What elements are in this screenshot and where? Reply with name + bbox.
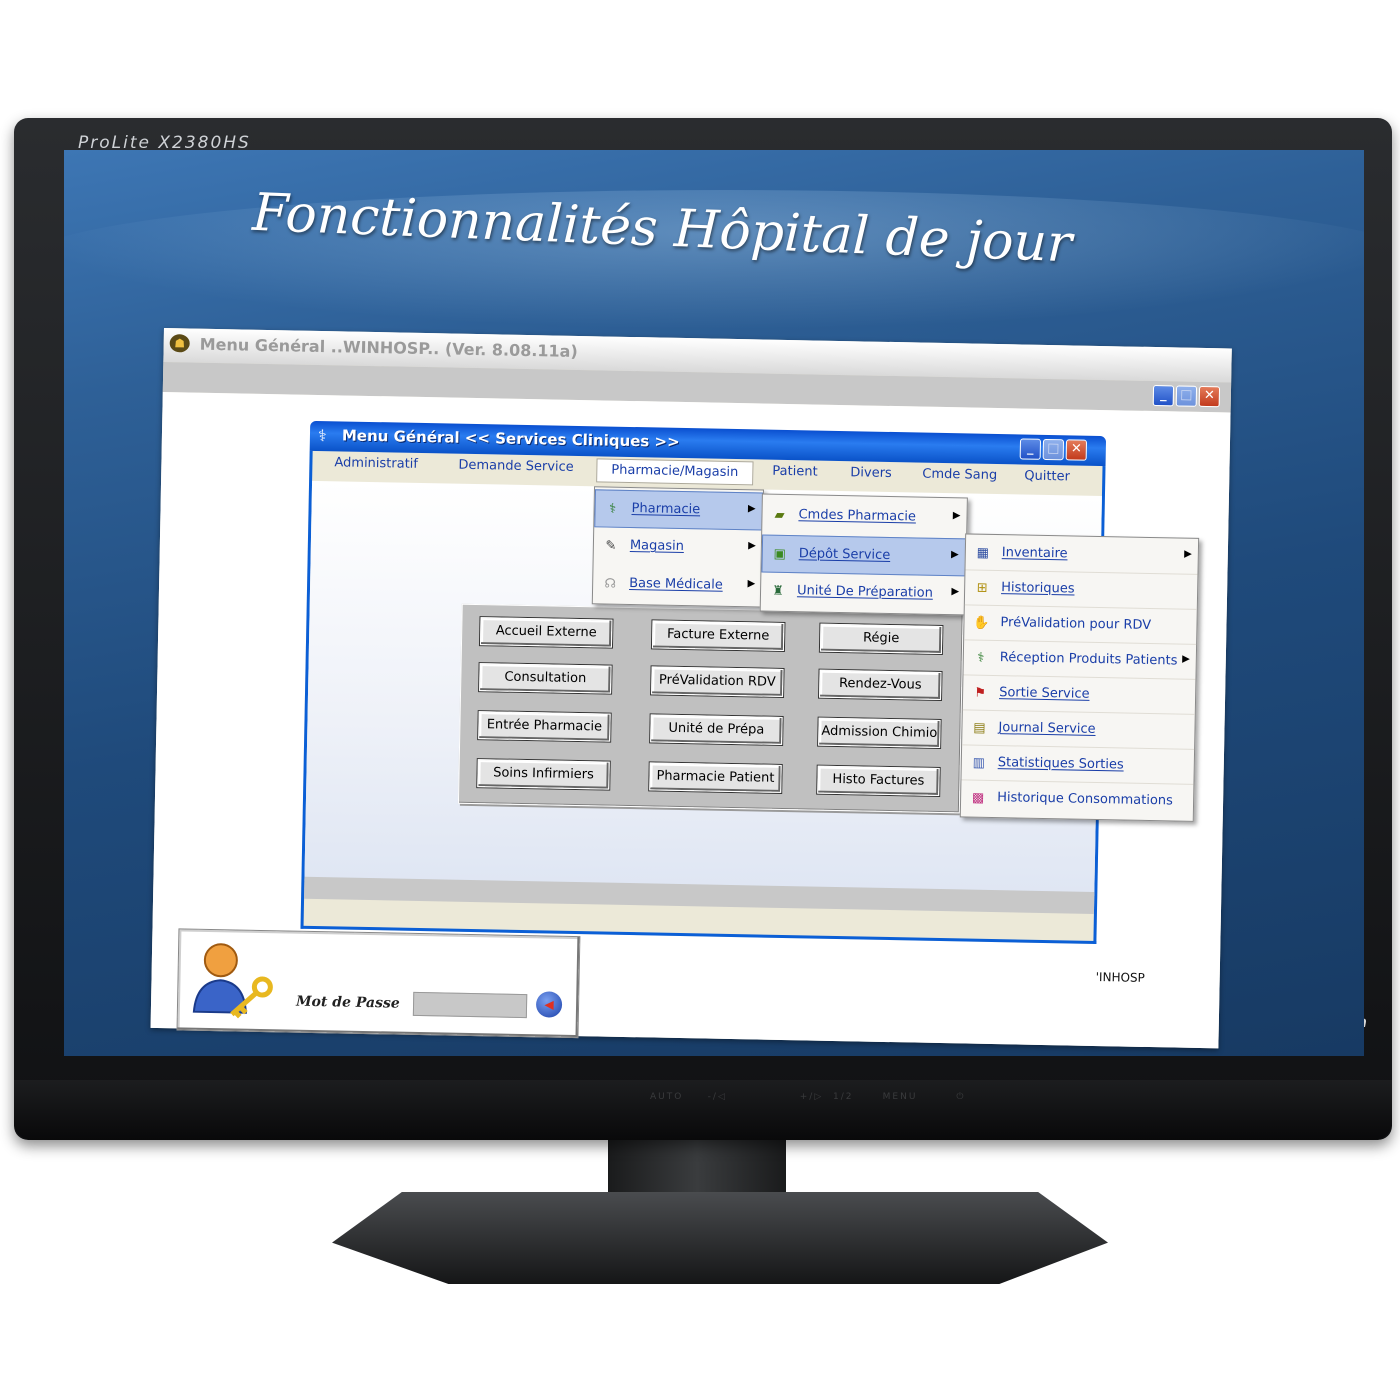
- unite-de-prepa-button[interactable]: Unité de Prépa: [650, 714, 783, 745]
- submenu-arrow-icon: ▶: [1182, 653, 1190, 665]
- menu-item-historiques[interactable]: ⊞ Historiques: [964, 569, 1198, 610]
- journal-icon: ▤: [973, 720, 986, 736]
- submenu-arrow-icon: ▶: [1184, 548, 1192, 560]
- pharmacie-patient-button[interactable]: Pharmacie Patient: [649, 762, 782, 793]
- menu-item-statistiques-sorties[interactable]: ▥ Statistiques Sorties: [961, 744, 1195, 785]
- menu-item-journal-service[interactable]: ▤ Journal Service: [962, 709, 1195, 750]
- entree-pharmacie-button[interactable]: Entrée Pharmacie: [478, 711, 611, 742]
- inner-maximize-button[interactable]: □: [1042, 438, 1065, 461]
- rendez-vous-button[interactable]: Rendez-Vous: [819, 669, 942, 700]
- preparation-icon: ♜: [772, 583, 785, 599]
- menu-divers[interactable]: Divers: [850, 465, 892, 481]
- outer-minimize-button[interactable]: _: [1152, 384, 1175, 407]
- stethoscope-icon: ☊: [604, 576, 617, 592]
- service-button-grid: Accueil Externe Facture Externe Régie Co…: [457, 603, 964, 814]
- password-input[interactable]: [412, 991, 528, 1019]
- admission-chimio-button[interactable]: Admission Chimio: [818, 717, 941, 748]
- monitor-control-menu[interactable]: MENU: [883, 1092, 918, 1102]
- monitor-control-power[interactable]: ⏻: [956, 1092, 965, 1102]
- caduceus-icon: ⚕: [608, 501, 617, 517]
- monitor-controls: AUTO -/◁ +/▷ 1/2 MENU ⏻: [650, 1092, 965, 1102]
- monitor-stand-base: [332, 1192, 1108, 1284]
- submenu-arrow-icon: ▶: [747, 503, 756, 515]
- depot-service-submenu: ▦ Inventaire ▶ ⊞ Historiques ✋ PréValida…: [959, 533, 1200, 822]
- menu-item-unite-de-preparation[interactable]: ♜ Unité De Préparation ▶: [761, 573, 966, 615]
- outer-window-title: Menu Général ..WINHOSP.. (Ver. 8.08.11a): [199, 334, 578, 361]
- submenu-arrow-icon: ▶: [950, 549, 959, 561]
- histo-factures-button[interactable]: Histo Factures: [817, 765, 940, 796]
- monitor-screen: Fonctionnalités Hôpital de jour ☗ Menu G…: [64, 150, 1364, 1056]
- menu-item-sortie-service[interactable]: ⚑ Sortie Service: [962, 674, 1196, 715]
- menu-item-reception-produits-patients[interactable]: ⚕ Réception Produits Patients ▶: [963, 639, 1197, 680]
- inner-minimize-button[interactable]: _: [1019, 438, 1042, 460]
- inner-window-title: Menu Général << Services Cliniques >>: [341, 426, 680, 451]
- app-icon: ⚕: [317, 425, 327, 446]
- outer-window: ☗ Menu Général ..WINHOSP.. (Ver. 8.08.11…: [150, 328, 1232, 1049]
- menu-item-base-medicale[interactable]: ☊ Base Médicale ▶: [593, 565, 762, 606]
- menu-administratif[interactable]: Administratif: [334, 455, 418, 472]
- syringe-icon: ✎: [605, 538, 617, 554]
- depot-icon: ▣: [773, 546, 787, 562]
- submenu-arrow-icon: ▶: [748, 540, 757, 552]
- status-text: 'INHOSP: [1095, 970, 1145, 985]
- soins-infirmiers-button[interactable]: Soins Infirmiers: [477, 759, 610, 790]
- menu-item-historique-consommations[interactable]: ▩ Historique Consommations: [961, 779, 1194, 818]
- inventory-icon: ▦: [976, 545, 990, 561]
- outer-window-body: 'INHOSP Mot de Passe ◀ ⚕ Menu Général <<…: [150, 391, 1231, 1049]
- monitor-control-plus[interactable]: +/▷: [800, 1092, 824, 1102]
- menu-item-pharmacie[interactable]: ⚕ Pharmacie ▶: [594, 489, 763, 531]
- menu-quitter[interactable]: Quitter: [1024, 469, 1070, 485]
- accueil-externe-button[interactable]: Accueil Externe: [479, 617, 613, 648]
- menu-patient[interactable]: Patient: [772, 464, 818, 480]
- monitor-control-auto[interactable]: AUTO: [650, 1092, 683, 1102]
- color-chart-icon: ▩: [971, 790, 985, 806]
- handshake-icon: ✋: [973, 615, 990, 631]
- menu-item-cmdes-pharmacie[interactable]: ▰ Cmdes Pharmacie ▶: [762, 497, 967, 539]
- login-panel: Mot de Passe ◀: [176, 928, 581, 1039]
- inner-close-button[interactable]: ✕: [1065, 439, 1088, 461]
- app-logo-icon: ☗: [169, 334, 190, 353]
- facture-externe-button[interactable]: Facture Externe: [651, 620, 785, 651]
- outer-maximize-button[interactable]: □: [1175, 385, 1198, 407]
- pill-box-icon: ▰: [774, 507, 785, 523]
- user-key-icon: [192, 943, 273, 1019]
- menu-pharmacie-magasin[interactable]: Pharmacie/Magasin: [596, 458, 754, 486]
- menu-item-prevalidation-pour-rdv[interactable]: ✋ PréValidation pour RDV: [964, 604, 1197, 645]
- submenu-arrow-icon: ▶: [952, 510, 961, 522]
- history-icon: ⊞: [976, 580, 988, 596]
- exit-icon: ⚑: [974, 685, 987, 701]
- enter-icon[interactable]: ◀: [535, 991, 563, 1018]
- menu-cmde-sang[interactable]: Cmde Sang: [922, 467, 997, 483]
- monitor-control-input[interactable]: 1/2: [833, 1092, 853, 1102]
- menu-item-inventaire[interactable]: ▦ Inventaire ▶: [965, 534, 1199, 575]
- outer-close-button[interactable]: ✕: [1198, 385, 1221, 408]
- submenu-arrow-icon: ▶: [747, 578, 756, 590]
- caduceus-icon: ⚕: [977, 650, 985, 666]
- menu-item-depot-service[interactable]: ▣ Dépôt Service ▶: [761, 534, 967, 577]
- pharmacie-submenu: ▰ Cmdes Pharmacie ▶ ▣ Dépôt Service ▶ ♜ …: [759, 493, 968, 616]
- inner-window: ⚕ Menu Général << Services Cliniques >> …: [300, 420, 1200, 945]
- menu-item-magasin[interactable]: ✎ Magasin ▶: [594, 527, 763, 568]
- menu-demande-service[interactable]: Demande Service: [458, 458, 574, 475]
- password-label: Mot de Passe: [295, 993, 400, 1012]
- regie-button[interactable]: Régie: [819, 623, 943, 654]
- monitor-bezel-bottom: [14, 1080, 1392, 1140]
- prevalidation-rdv-button[interactable]: PréValidation RDV: [651, 666, 784, 697]
- monitor-control-minus[interactable]: -/◁: [708, 1092, 727, 1102]
- consultation-button[interactable]: Consultation: [479, 663, 612, 694]
- bar-chart-icon: ▥: [972, 755, 986, 771]
- pharmacie-magasin-dropdown: ⚕ Pharmacie ▶ ✎ Magasin ▶ ☊ Base Médical…: [591, 486, 765, 608]
- submenu-arrow-icon: ▶: [951, 586, 960, 598]
